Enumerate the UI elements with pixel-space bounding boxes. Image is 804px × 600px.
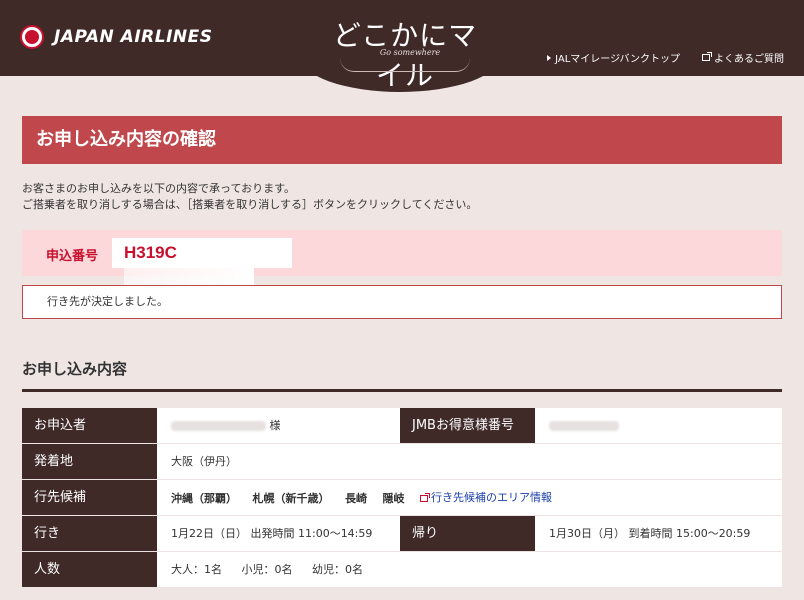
intro-line-1: お客さまのお申し込みを以下の内容で承っております。 [22, 182, 296, 195]
passengers-value: 大人：1名 小児：0名 幼児：0名 [157, 552, 782, 587]
external-link-icon [420, 492, 430, 502]
applicant-label: お申込者 [22, 408, 157, 443]
logo-text: JAPAN AIRLINES [54, 27, 213, 47]
return-label: 帰り [400, 516, 535, 551]
candidate-destination: 沖縄（那覇） [171, 491, 237, 505]
mileage-bank-top-link[interactable]: JALマイレージバンクトップ [547, 50, 680, 65]
return-value: 1月30日（月） 到着時間 15:00～20:59 [549, 527, 751, 540]
adults-count: 大人：1名 [171, 563, 222, 576]
jmb-number-label: JMBお得意様番号 [400, 408, 535, 443]
application-number-label: 申込番号 [46, 249, 99, 264]
crane-logo-icon [20, 25, 44, 49]
intro-line-2: ご搭乗者を取り消しする場合は、［搭乗者を取り消しする］ボタンをクリックしてくださ… [22, 198, 478, 211]
area-info-label: 行き先候補のエリア情報 [431, 491, 552, 504]
outbound-value: 1月22日（日） 出発時間 11:00～14:59 [171, 527, 373, 540]
page-title: お申し込み内容の確認 [22, 116, 782, 164]
faq-label: よくあるご質問 [714, 54, 784, 65]
table-row: 行先候補 沖縄（那覇） 札幌（新千歳） 長崎 隠岐 行き先候補のエリア情報 [22, 480, 782, 516]
detail-table: お申込者 様 JMBお得意様番号 発着地 大阪（伊丹） 行先候補 沖縄（那覇） … [22, 408, 782, 588]
table-row: 行き 1月22日（日） 出発時間 11:00～14:59 帰り 1月30日（月）… [22, 516, 782, 552]
candidates-label: 行先候補 [22, 480, 157, 515]
area-info-link[interactable]: 行き先候補のエリア情報 [420, 480, 552, 516]
application-number-box: 申込番号 H319C [22, 230, 782, 298]
site-header: JAPAN AIRLINES どこかにマイル Go somewhere JALマ… [0, 0, 804, 92]
applicant-value: 様 [157, 408, 400, 443]
application-number-value: H319C [112, 238, 292, 298]
origin-value: 大阪（伊丹） [171, 455, 237, 468]
header-links: JALマイレージバンクトップ よくあるご質問 [547, 50, 784, 65]
applicant-suffix: 様 [269, 419, 281, 432]
table-row: 人数 大人：1名 小児：0名 幼児：0名 [22, 552, 782, 588]
faq-link[interactable]: よくあるご質問 [702, 50, 784, 65]
jal-logo[interactable]: JAPAN AIRLINES [20, 24, 213, 50]
status-message: 行き先が決定しました。 [22, 285, 782, 319]
candidate-destination: 札幌（新千歳） [252, 491, 330, 505]
brand-subtitle: Go somewhere [379, 48, 441, 57]
intro-text: お客さまのお申し込みを以下の内容で承っております。 ご搭乗者を取り消しする場合は… [22, 181, 782, 213]
section-title: お申し込み内容 [22, 358, 782, 392]
redacted-name [171, 421, 266, 431]
jmb-number-value [535, 408, 782, 443]
infants-count: 幼児：0名 [312, 563, 363, 576]
triangle-right-icon [547, 54, 552, 61]
candidates-value: 沖縄（那覇） 札幌（新千歳） 長崎 隠岐 行き先候補のエリア情報 [157, 480, 782, 515]
candidate-destination: 長崎 [345, 491, 367, 505]
outbound-label: 行き [22, 516, 157, 551]
mileage-bank-top-label: JALマイレージバンクトップ [555, 54, 680, 65]
candidate-destination: 隠岐 [382, 491, 405, 505]
brand-swoosh [340, 58, 470, 72]
table-row: お申込者 様 JMBお得意様番号 [22, 408, 782, 444]
application-number-text: H319C [124, 243, 177, 262]
origin-label: 発着地 [22, 444, 157, 479]
redacted-jmb-number [549, 421, 619, 431]
children-count: 小児：0名 [241, 563, 293, 576]
table-row: 発着地 大阪（伊丹） [22, 444, 782, 480]
passengers-label: 人数 [22, 552, 157, 587]
external-link-icon [702, 52, 712, 61]
